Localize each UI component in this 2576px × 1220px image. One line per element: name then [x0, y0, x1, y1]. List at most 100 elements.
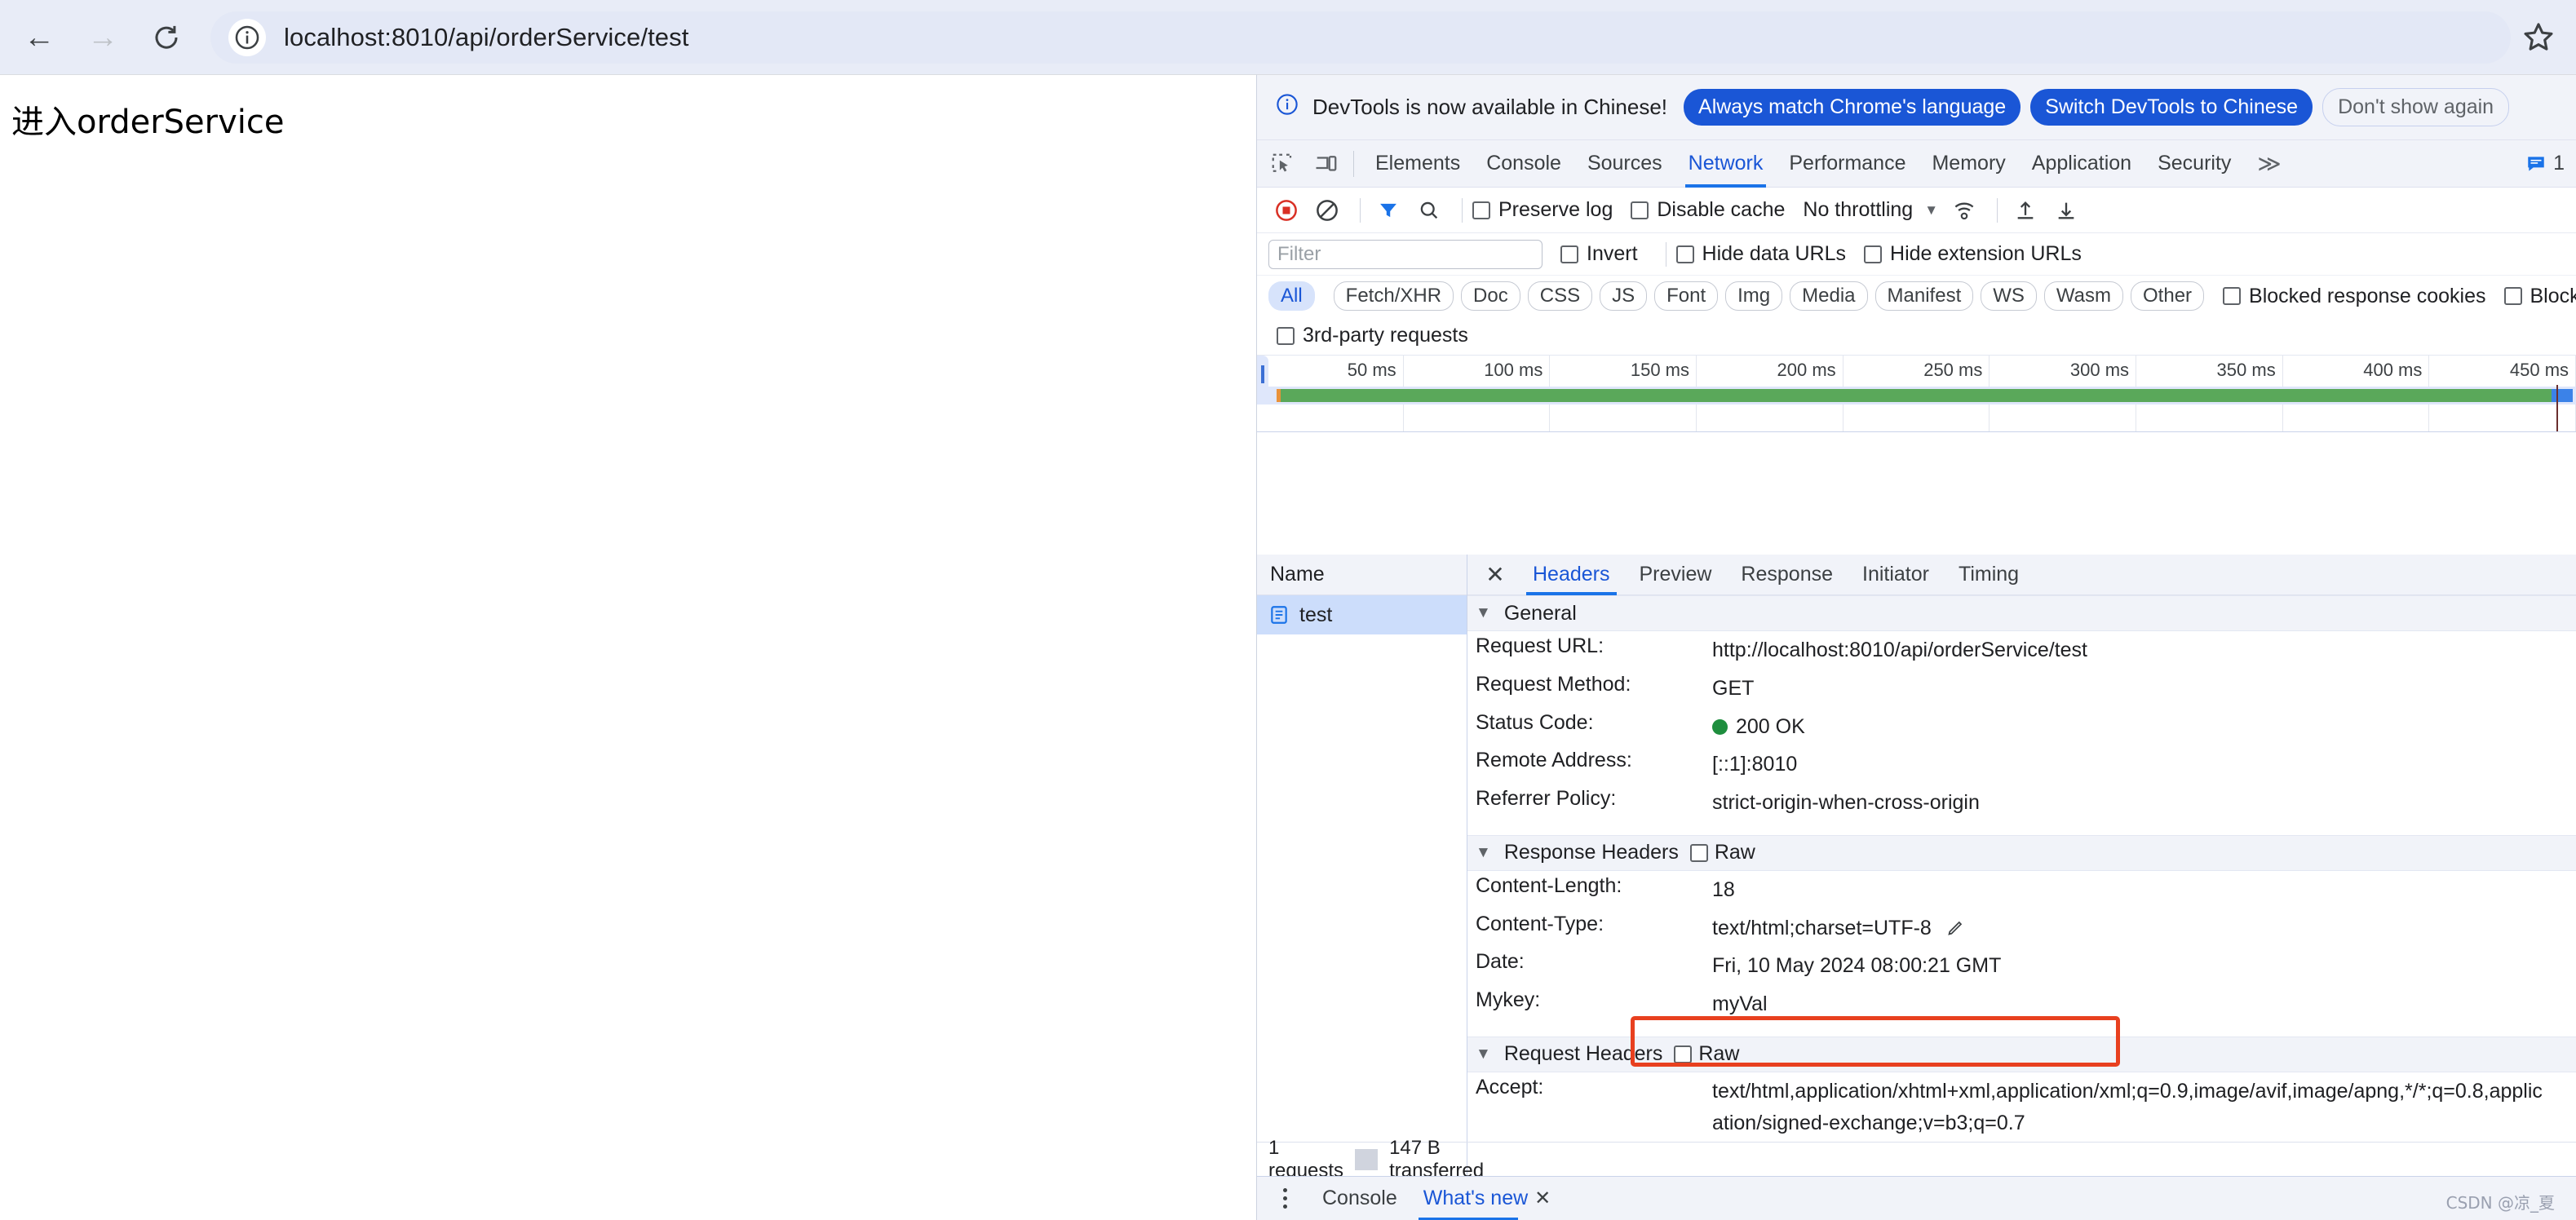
- dont-show-again-button[interactable]: Don't show again: [2322, 88, 2510, 126]
- type-filter-css[interactable]: CSS: [1527, 281, 1593, 311]
- close-icon[interactable]: ✕: [1479, 559, 1512, 591]
- blocked-response-cookies-checkbox[interactable]: Blocked response cookies: [2223, 285, 2486, 308]
- tab-memory[interactable]: Memory: [1919, 140, 2018, 188]
- type-filter-manifest[interactable]: Manifest: [1874, 281, 1974, 311]
- drawer-tab-whats-new[interactable]: What's new: [1410, 1177, 1541, 1220]
- type-filter-media[interactable]: Media: [1790, 281, 1868, 311]
- blocked-requests-checkbox[interactable]: Blocked req: [2503, 285, 2576, 308]
- filter-funnel-icon[interactable]: [1370, 192, 1406, 228]
- grid-cell: [1990, 404, 2137, 431]
- tick-label: 350 ms: [2216, 360, 2276, 380]
- more-vertical-icon[interactable]: [1272, 1188, 1298, 1209]
- type-filter-font[interactable]: Font: [1654, 281, 1719, 311]
- hide-data-urls-checkbox[interactable]: Hide data URLs: [1675, 242, 1846, 266]
- address-bar-url[interactable]: localhost:8010/api/orderService/test: [284, 23, 688, 52]
- section-header-request-headers[interactable]: ▼ Request Headers Raw: [1467, 1036, 2576, 1072]
- column-header-name[interactable]: Name: [1257, 555, 1467, 595]
- checkbox-box: [1674, 1045, 1693, 1063]
- device-toolbar-icon[interactable]: [1308, 145, 1345, 183]
- header-row: Request URL: http://localhost:8010/api/o…: [1467, 631, 2576, 670]
- hide-extension-urls-label: Hide extension URLs: [1890, 242, 2082, 265]
- resource-type-filters: All Fetch/XHR Doc CSS JS Font Img Media …: [1257, 276, 2576, 316]
- type-filter-other[interactable]: Other: [2131, 281, 2205, 311]
- header-row: Status Code: 200 OK: [1467, 708, 2576, 746]
- reload-icon: [155, 25, 178, 49]
- filter-input[interactable]: Filter: [1268, 239, 1543, 269]
- detail-tab-preview[interactable]: Preview: [1625, 555, 1727, 595]
- preserve-log-checkbox[interactable]: Preserve log: [1472, 198, 1613, 222]
- overview-left-handle[interactable]: [1257, 356, 1268, 400]
- header-key: Request Method:: [1476, 672, 1631, 696]
- reload-button[interactable]: [142, 13, 191, 62]
- triangle-down-icon: ▼: [1476, 843, 1491, 861]
- invert-checkbox[interactable]: Invert: [1560, 242, 1638, 266]
- divider: [1353, 150, 1354, 177]
- tab-security[interactable]: Security: [2144, 140, 2244, 188]
- divider: [1355, 1148, 1379, 1170]
- search-icon[interactable]: [1411, 192, 1447, 228]
- tab-sources[interactable]: Sources: [1574, 140, 1675, 188]
- tick-label: 100 ms: [1484, 360, 1543, 380]
- detail-tab-headers[interactable]: Headers: [1518, 555, 1625, 595]
- type-filter-fetchxhr[interactable]: Fetch/XHR: [1333, 281, 1454, 311]
- third-party-requests-checkbox[interactable]: 3rd-party requests: [1277, 324, 1468, 347]
- raw-toggle-request[interactable]: Raw: [1674, 1042, 1739, 1066]
- bookmark-star-button[interactable]: [2519, 18, 2558, 57]
- type-filter-all[interactable]: All: [1268, 281, 1315, 311]
- page-viewport: 进入orderService: [0, 74, 1256, 1220]
- request-timeline-start: [1277, 389, 1281, 402]
- request-timeline-end: [2552, 389, 2573, 402]
- detail-tab-initiator[interactable]: Initiator: [1848, 555, 1944, 595]
- tab-network[interactable]: Network: [1675, 140, 1777, 188]
- header-key: Status Code:: [1476, 710, 1594, 734]
- section-title: General: [1503, 601, 1577, 625]
- type-filter-doc[interactable]: Doc: [1461, 281, 1520, 311]
- ruler-tick: 400 ms: [2283, 356, 2430, 387]
- tab-console[interactable]: Console: [1473, 140, 1574, 188]
- section-header-response-headers[interactable]: ▼ Response Headers Raw: [1467, 834, 2576, 871]
- tabs-overflow-button[interactable]: ≫: [2244, 150, 2294, 177]
- drawer-tab-console[interactable]: Console: [1309, 1177, 1410, 1220]
- tick-label: 400 ms: [2363, 360, 2423, 380]
- summary-left: 1 requests 147 B transferred: [1257, 1137, 1484, 1182]
- raw-toggle-response[interactable]: Raw: [1689, 841, 1755, 864]
- record-stop-icon[interactable]: [1268, 192, 1304, 228]
- disable-cache-checkbox[interactable]: Disable cache: [1631, 198, 1785, 222]
- triangle-down-icon: ▼: [1476, 1045, 1491, 1063]
- info-circle-icon[interactable]: [228, 18, 266, 56]
- message-count-badge[interactable]: 1: [2525, 152, 2565, 175]
- tab-elements[interactable]: Elements: [1362, 140, 1473, 188]
- hide-extension-urls-checkbox[interactable]: Hide extension URLs: [1864, 242, 2082, 266]
- network-split-view: Name test ✕ Headers Preview Response Ini…: [1257, 555, 2576, 1142]
- table-row[interactable]: test: [1257, 595, 1467, 634]
- import-har-icon[interactable]: [2007, 192, 2043, 228]
- tab-performance[interactable]: Performance: [1776, 140, 1919, 188]
- throttling-dropdown[interactable]: No throttling ▼: [1803, 198, 1938, 222]
- always-match-language-button[interactable]: Always match Chrome's language: [1684, 89, 2021, 126]
- network-summary-bar: 1 requests 147 B transferred: [1257, 1137, 2576, 1182]
- ruler-tick: 100 ms: [1404, 356, 1551, 387]
- export-har-icon[interactable]: [2048, 192, 2084, 228]
- header-value-text: text/html;charset=UTF-8: [1712, 916, 1932, 939]
- inspect-element-icon[interactable]: [1264, 145, 1301, 183]
- checkbox-box: [1675, 245, 1694, 263]
- pencil-icon[interactable]: [1945, 918, 1965, 938]
- back-button[interactable]: ←: [15, 13, 64, 62]
- network-conditions-icon[interactable]: [1946, 192, 1982, 228]
- checkbox-box: [1689, 843, 1708, 862]
- type-filter-js[interactable]: JS: [1600, 281, 1648, 311]
- section-header-general[interactable]: ▼ General: [1467, 595, 2576, 631]
- detail-tab-response[interactable]: Response: [1726, 555, 1848, 595]
- address-bar[interactable]: localhost:8010/api/orderService/test: [210, 11, 2511, 64]
- clear-icon[interactable]: [1309, 192, 1345, 228]
- type-filter-img[interactable]: Img: [1725, 281, 1783, 311]
- checkbox-box: [2223, 287, 2242, 305]
- type-filter-wasm[interactable]: Wasm: [2043, 281, 2124, 311]
- tab-application[interactable]: Application: [2019, 140, 2144, 188]
- type-filter-ws[interactable]: WS: [1981, 281, 2037, 311]
- switch-to-chinese-button[interactable]: Switch DevTools to Chinese: [2030, 89, 2313, 126]
- network-overview[interactable]: 50 ms 100 ms 150 ms 200 ms 250 ms 300 ms…: [1257, 356, 2576, 432]
- forward-button[interactable]: →: [78, 13, 127, 62]
- detail-tab-timing[interactable]: Timing: [1944, 555, 2034, 595]
- overview-grid: [1257, 404, 2576, 431]
